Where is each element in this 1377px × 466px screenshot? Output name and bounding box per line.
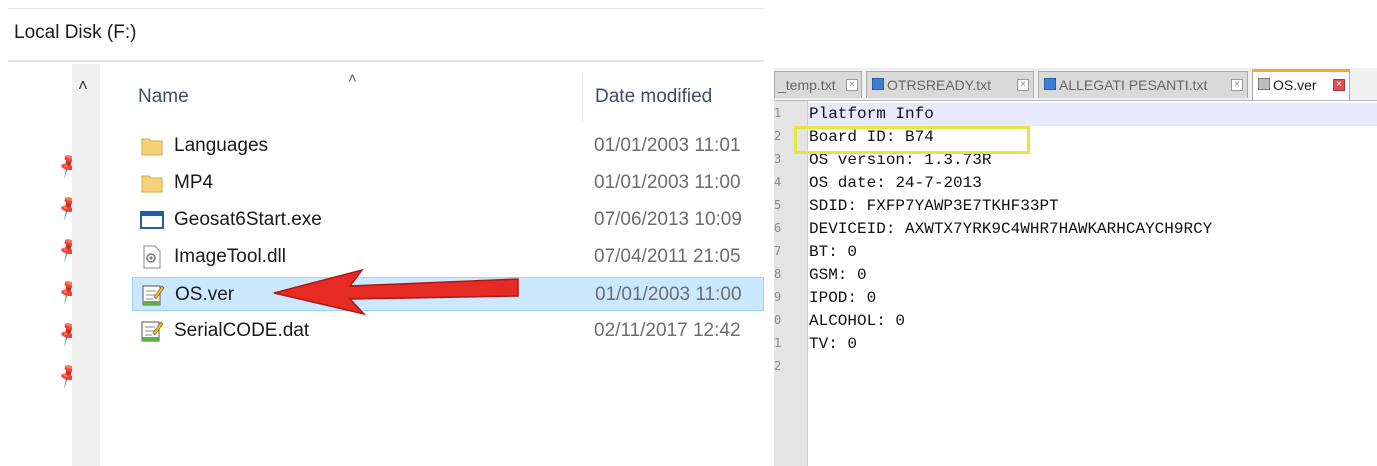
file-name: ImageTool.dll xyxy=(174,246,286,267)
tab-otrsready[interactable]: OTRSREADY.txt × xyxy=(866,71,1034,98)
close-icon[interactable]: × xyxy=(1333,79,1345,91)
file-date: 01/01/2003 11:01 xyxy=(594,135,741,156)
column-header-date-modified[interactable]: Date modified xyxy=(595,86,712,108)
code-line-current[interactable]: Platform Info xyxy=(808,103,1377,126)
line-number: 3 xyxy=(774,152,782,166)
code-line[interactable]: SDID: FXFP7YAWP3E7TKHF33PT xyxy=(808,195,1377,218)
line-number-gutter: 1 2 3 4 5 6 7 8 9 0 1 2 xyxy=(774,101,808,466)
line-number: 9 xyxy=(774,290,782,304)
folder-icon xyxy=(141,138,163,156)
tab-label: OS.ver xyxy=(1273,77,1317,93)
code-line[interactable]: IPOD: 0 xyxy=(808,287,1377,310)
save-icon xyxy=(872,78,884,90)
save-icon xyxy=(1258,78,1270,90)
sort-ascending-icon: ˄ xyxy=(348,70,357,87)
code-text: Platform Info xyxy=(809,105,934,123)
line-number: 4 xyxy=(774,175,782,189)
file-row[interactable]: Geosat6Start.exe 07/06/2013 10:09 xyxy=(132,203,764,237)
line-number: 0 xyxy=(774,313,782,327)
text-editor-window: _temp.txt × OTRSREADY.txt × ALLEGATI PES… xyxy=(774,40,1377,466)
line-number: 8 xyxy=(774,267,782,281)
line-number: 1 xyxy=(774,336,782,350)
code-text: SDID: FXFP7YAWP3E7TKHF33PT xyxy=(809,197,1059,215)
line-number: 2 xyxy=(774,359,782,373)
line-number: 7 xyxy=(774,244,782,258)
code-line[interactable]: OS date: 24-7-2013 xyxy=(808,172,1377,195)
file-name: SerialCODE.dat xyxy=(174,320,310,341)
line-number: 6 xyxy=(774,221,782,235)
highlight-box-annotation xyxy=(794,126,1030,154)
code-text: ALCOHOL: 0 xyxy=(809,312,906,330)
dll-icon xyxy=(143,245,161,269)
text-file-icon xyxy=(141,321,164,342)
code-line[interactable] xyxy=(808,356,1377,379)
tab-temp[interactable]: _temp.txt × xyxy=(774,71,862,98)
nav-scrollbar[interactable]: ˄ xyxy=(72,64,100,466)
file-name: Geosat6Start.exe xyxy=(174,209,322,230)
file-date: 01/01/2003 11:00 xyxy=(594,172,741,193)
code-text: TV: 0 xyxy=(809,335,858,353)
tab-bar: _temp.txt × OTRSREADY.txt × ALLEGATI PES… xyxy=(774,68,1377,101)
file-name: MP4 xyxy=(174,172,214,193)
code-text: DEVICEID: AXWTX7YRK9C4WHR7HAWKARHCAYCH9R… xyxy=(809,220,1213,238)
line-number: 1 xyxy=(774,106,782,120)
column-header-row: Name ˄ Date modified xyxy=(100,64,764,126)
red-arrow-annotation xyxy=(273,268,519,316)
divider xyxy=(8,60,764,62)
file-date: 01/01/2003 11:00 xyxy=(595,284,742,305)
save-icon xyxy=(1044,78,1056,90)
text-file-icon xyxy=(142,285,165,306)
file-date: 07/04/2011 21:05 xyxy=(594,246,741,267)
tab-label: ALLEGATI PESANTI.txt xyxy=(1059,77,1208,93)
tab-os-ver[interactable]: OS.ver × xyxy=(1252,69,1350,100)
code-line[interactable]: GSM: 0 xyxy=(808,264,1377,287)
file-date: 02/11/2017 12:42 xyxy=(594,320,741,341)
file-date: 07/06/2013 10:09 xyxy=(594,209,742,230)
code-text: IPOD: 0 xyxy=(809,289,877,307)
close-icon[interactable]: × xyxy=(1017,79,1029,91)
file-row[interactable]: SerialCODE.dat 02/11/2017 12:42 xyxy=(132,314,764,348)
file-row[interactable]: MP4 01/01/2003 11:00 xyxy=(132,166,764,200)
scroll-up-icon[interactable]: ˄ xyxy=(78,76,88,96)
code-text: OS date: 24-7-2013 xyxy=(809,174,982,192)
column-separator[interactable] xyxy=(582,74,583,122)
code-line[interactable]: ALCOHOL: 0 xyxy=(808,310,1377,333)
line-number: 2 xyxy=(774,129,782,143)
file-explorer-window: Local Disk (F:) 📌 📌 📌 📌 📌 📌 ˄ Name ˄ Dat… xyxy=(0,0,764,466)
column-header-name[interactable]: Name xyxy=(138,86,189,108)
editor-text-area[interactable]: Platform Info Board ID: B74 OS version: … xyxy=(808,101,1377,466)
tab-label: OTRSREADY.txt xyxy=(887,77,991,93)
tab-label: _temp.txt xyxy=(778,77,836,93)
close-icon[interactable]: × xyxy=(846,79,858,91)
line-number: 5 xyxy=(774,198,782,212)
code-line[interactable]: TV: 0 xyxy=(808,333,1377,356)
close-icon[interactable]: × xyxy=(1231,79,1243,91)
divider xyxy=(8,8,764,9)
file-row[interactable]: Languages 01/01/2003 11:01 xyxy=(132,129,764,163)
exe-icon xyxy=(140,211,164,229)
tab-allegati-pesanti[interactable]: ALLEGATI PESANTI.txt × xyxy=(1038,71,1248,98)
code-text: BT: 0 xyxy=(809,243,858,261)
code-line[interactable]: DEVICEID: AXWTX7YRK9C4WHR7HAWKARHCAYCH9R… xyxy=(808,218,1377,241)
file-name: Languages xyxy=(174,135,269,156)
code-text: GSM: 0 xyxy=(809,266,867,284)
breadcrumb[interactable]: Local Disk (F:) xyxy=(14,22,136,44)
code-line[interactable]: BT: 0 xyxy=(808,241,1377,264)
file-name: OS.ver xyxy=(175,284,235,305)
toolbar xyxy=(774,40,1377,68)
folder-icon xyxy=(141,175,163,193)
